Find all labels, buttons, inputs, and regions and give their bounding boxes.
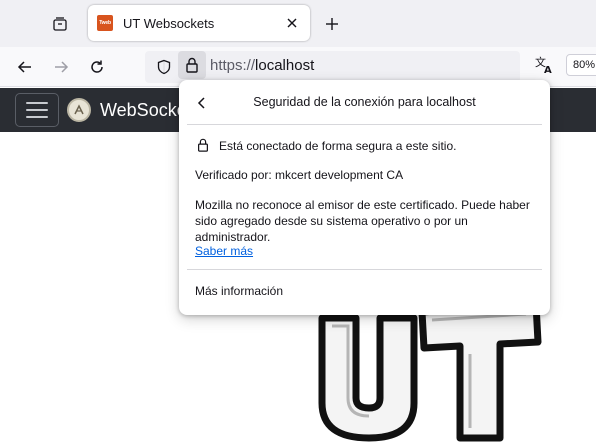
tab-title: UT Websockets: [123, 15, 215, 31]
site-logo-icon[interactable]: [67, 98, 91, 122]
forward-arrow-icon: [55, 61, 69, 73]
hamburger-line: [26, 109, 48, 111]
divider: [187, 269, 542, 270]
menu-toggle-button[interactable]: [15, 93, 59, 127]
hamburger-line: [26, 102, 48, 104]
more-information-button[interactable]: Más información: [195, 284, 283, 298]
site-security-button[interactable]: [178, 51, 206, 79]
tab-ut-websockets[interactable]: Tweb UT Websockets: [88, 5, 310, 41]
forward-button[interactable]: [49, 55, 73, 79]
close-icon: [287, 18, 297, 28]
divider: [187, 124, 542, 125]
tab-list-button[interactable]: [48, 12, 72, 36]
secure-connection-text: Está conectado de forma segura a este si…: [219, 139, 457, 153]
tab-list-icon: [53, 17, 67, 31]
lock-icon: [198, 138, 208, 152]
zoom-level-badge[interactable]: 80%: [566, 54, 596, 76]
reload-icon: [91, 60, 103, 73]
certificate-warning-text: Mozilla no reconoce al emisor de este ce…: [195, 198, 530, 244]
ut-logo-graphic: [318, 300, 542, 442]
hamburger-line: [26, 116, 48, 118]
url-scheme: https://: [210, 57, 256, 74]
translate-icon[interactable]: 文 A: [534, 55, 556, 75]
plus-icon: [326, 18, 338, 30]
svg-text:A: A: [544, 65, 552, 75]
panel-title: Seguridad de la conexión para localhost: [253, 95, 476, 109]
connection-security-panel: Seguridad de la conexión para localhost …: [179, 80, 550, 315]
logo-glyph-icon: [74, 104, 84, 115]
lock-icon: [186, 57, 198, 73]
new-tab-button[interactable]: [320, 12, 344, 36]
tracking-protection-button[interactable]: [152, 55, 176, 79]
tab-favicon: Tweb: [97, 15, 113, 31]
url-text[interactable]: https://localhost: [210, 57, 314, 74]
url-host: localhost: [255, 57, 315, 74]
back-arrow-icon: [17, 61, 31, 73]
learn-more-link[interactable]: Saber más: [195, 244, 253, 258]
back-button[interactable]: [13, 55, 37, 79]
shield-icon: [157, 59, 171, 75]
tab-strip: Tweb UT Websockets: [0, 0, 596, 47]
reload-button[interactable]: [85, 55, 109, 79]
verified-by-text: Verificado por: mkcert development CA: [195, 168, 404, 182]
tab-close-button[interactable]: [282, 13, 302, 33]
